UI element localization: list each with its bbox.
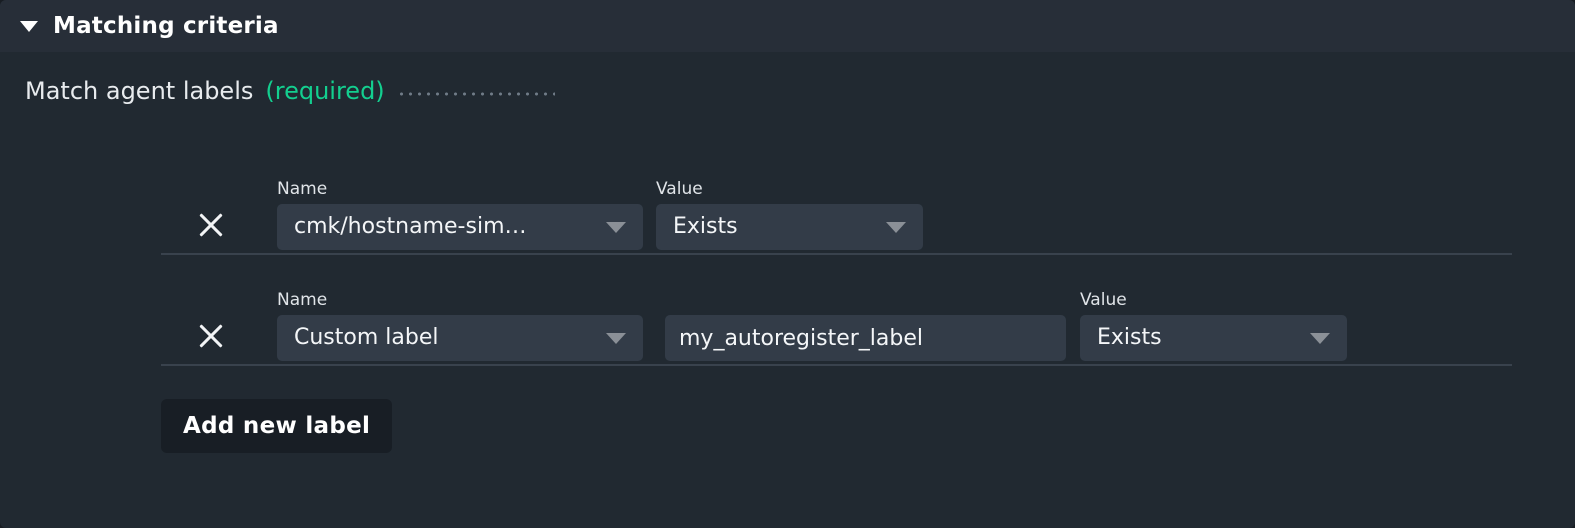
label-name-group: Name Custom label (277, 290, 643, 361)
label-value-value: Exists (673, 214, 738, 239)
close-x-icon[interactable] (190, 315, 232, 357)
required-marker: (required) (265, 77, 385, 105)
custom-label-name-group (665, 315, 1066, 361)
field-label-row: Match agent labels (required) (25, 77, 555, 105)
matching-criteria-panel: Matching criteria Match agent labels (re… (0, 0, 1575, 528)
label-name-value: cmk/hostname-sim… (294, 214, 527, 239)
label-value-group: Value Exists (1080, 290, 1347, 361)
chevron-down-icon (886, 222, 906, 233)
caret-down-icon[interactable] (20, 20, 38, 32)
label-name-caption: Name (277, 179, 328, 199)
custom-label-name-input[interactable] (665, 315, 1066, 361)
field-label: Match agent labels (25, 77, 254, 105)
label-name-value: Custom label (294, 325, 439, 350)
chevron-down-icon (606, 333, 626, 344)
row-separator (161, 364, 1512, 366)
close-x-icon[interactable] (190, 204, 232, 246)
label-name-caption: Name (277, 290, 328, 310)
label-row: Name cmk/hostname-sim… Value Exists (0, 160, 1575, 250)
label-value-value: Exists (1097, 325, 1162, 350)
dot-leader (396, 92, 555, 96)
add-new-label-button[interactable]: Add new label (161, 399, 393, 453)
label-value-group: Value Exists (656, 179, 923, 250)
page-title: Matching criteria (53, 13, 279, 39)
label-name-select[interactable]: cmk/hostname-sim… (277, 204, 643, 250)
label-name-select[interactable]: Custom label (277, 315, 643, 361)
chevron-down-icon (1310, 333, 1330, 344)
label-row: Name Custom label Value Exists (0, 271, 1575, 361)
label-name-group: Name cmk/hostname-sim… (277, 179, 643, 250)
label-value-caption: Value (1080, 290, 1127, 310)
panel-header[interactable]: Matching criteria (0, 0, 1575, 52)
label-value-caption: Value (656, 179, 703, 199)
label-value-select[interactable]: Exists (1080, 315, 1347, 361)
row-separator (161, 253, 1512, 255)
panel-body: Match agent labels (required) Name cmk/h… (0, 52, 1575, 528)
label-value-select[interactable]: Exists (656, 204, 923, 250)
chevron-down-icon (606, 222, 626, 233)
